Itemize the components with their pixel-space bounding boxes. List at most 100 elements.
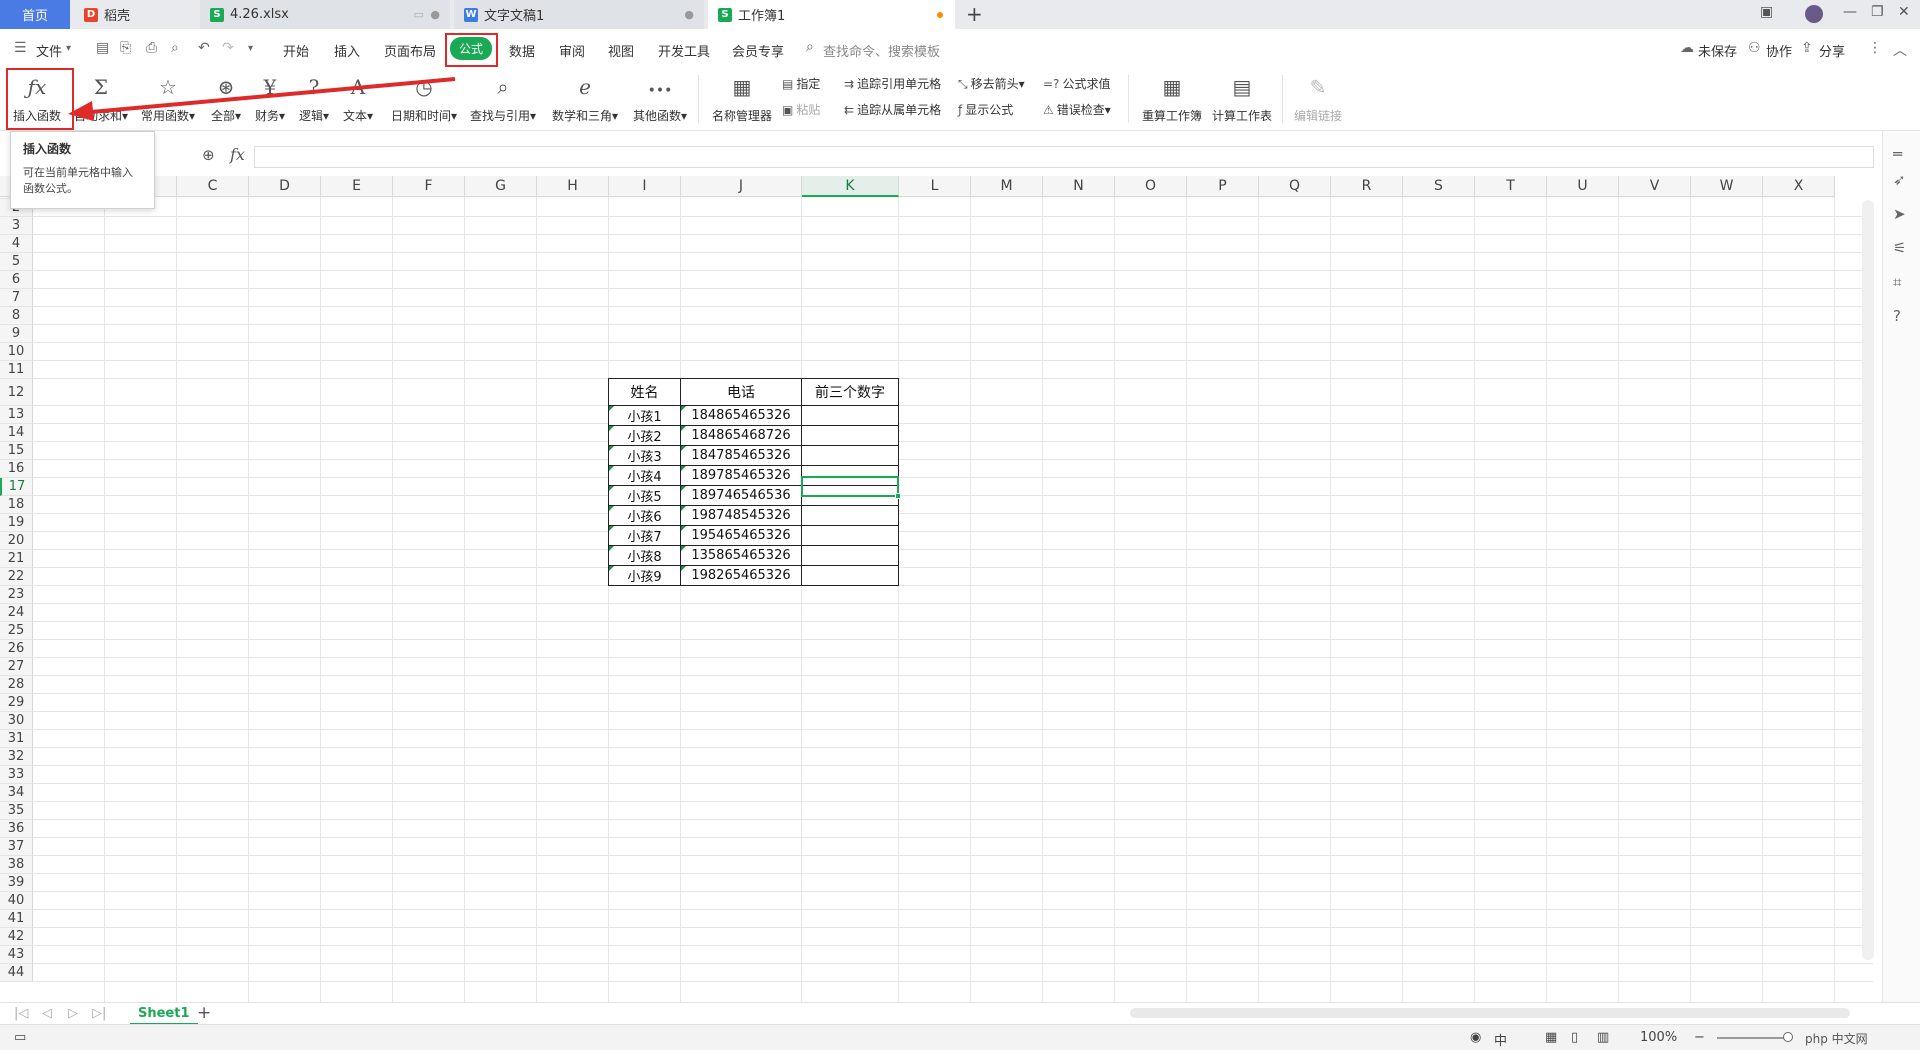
table-cell[interactable]: 184785465326 <box>680 445 802 466</box>
row-header[interactable]: 28 <box>0 676 33 694</box>
page-layout-view-icon[interactable]: ▯ <box>1571 1030 1578 1045</box>
table-cell[interactable] <box>801 525 899 546</box>
row-header[interactable]: 8 <box>0 307 33 325</box>
column-header[interactable]: G <box>465 176 537 197</box>
menu-insert[interactable]: 插入 <box>334 41 360 60</box>
print-preview-icon[interactable]: ⌕ <box>171 40 179 56</box>
save-icon[interactable]: ▤ <box>96 40 109 56</box>
fx-icon[interactable]: fx <box>230 145 245 164</box>
zoom-slider-knob[interactable] <box>1783 1032 1793 1042</box>
text-functions-button[interactable]: A 文本▾ <box>340 69 376 127</box>
row-header[interactable]: 16 <box>0 460 33 478</box>
pointer-icon[interactable]: ➤ <box>1893 205 1906 223</box>
row-header[interactable]: 7 <box>0 289 33 307</box>
row-header[interactable]: 44 <box>0 964 33 982</box>
active-cell[interactable] <box>801 476 901 499</box>
row-header[interactable]: 37 <box>0 838 33 856</box>
window-count-icon[interactable]: ▣ <box>1760 4 1773 20</box>
row-header[interactable]: 31 <box>0 730 33 748</box>
column-header[interactable]: K <box>802 176 899 197</box>
autosum-button[interactable]: Σ 自动求和▾ <box>70 69 132 127</box>
page-break-view-icon[interactable]: ▥ <box>1597 1030 1609 1045</box>
zoom-out-icon[interactable]: − <box>1694 1030 1705 1045</box>
share-button[interactable]: 分享 <box>1819 41 1845 60</box>
row-header[interactable]: 27 <box>0 658 33 676</box>
row-header[interactable]: 20 <box>0 532 33 550</box>
row-header[interactable]: 25 <box>0 622 33 640</box>
table-cell[interactable]: 小孩6 <box>608 505 681 526</box>
menu-developer[interactable]: 开发工具 <box>658 41 710 60</box>
trace-precedents-button[interactable]: ⇉ 追踪引用单元格 <box>844 75 941 92</box>
row-header[interactable]: 15 <box>0 442 33 460</box>
table-cell[interactable]: 195465465326 <box>680 525 802 546</box>
row-header[interactable]: 39 <box>0 874 33 892</box>
table-cell[interactable]: 135865465326 <box>680 545 802 566</box>
spreadsheet-grid[interactable]: CDEFGHIJKLMNOPQRSTUVWX 23456789101112131… <box>0 176 1880 1002</box>
row-header[interactable]: 11 <box>0 361 33 379</box>
add-sheet-icon[interactable]: + <box>197 1003 211 1023</box>
settings-sliders-icon[interactable]: ⚟ <box>1893 239 1906 257</box>
row-header[interactable]: 14 <box>0 424 33 442</box>
column-header[interactable]: J <box>681 176 802 197</box>
row-header[interactable]: 26 <box>0 640 33 658</box>
more-icon[interactable]: ⋮ <box>1868 40 1882 56</box>
error-check-button[interactable]: ⚠ 错误检查▾ <box>1043 101 1111 118</box>
undo-icon[interactable]: ↶ <box>198 40 210 56</box>
column-header[interactable]: C <box>177 176 249 197</box>
table-cell[interactable]: 198748545326 <box>680 505 802 526</box>
menu-data[interactable]: 数据 <box>509 41 535 60</box>
datetime-button[interactable]: ◷ 日期和时间▾ <box>389 69 459 127</box>
row-header[interactable]: 29 <box>0 694 33 712</box>
table-cell[interactable]: 小孩1 <box>608 405 681 426</box>
recalc-workbook-button[interactable]: ▦ 重算工作簿 <box>1140 69 1204 127</box>
eye-protect-icon[interactable]: ◉ <box>1470 1030 1481 1045</box>
specify-button[interactable]: ▤ 指定 <box>782 75 820 92</box>
table-header-cell[interactable]: 电话 <box>680 378 802 406</box>
all-functions-button[interactable]: ⊛ 全部▾ <box>208 69 244 127</box>
tab-close-icon[interactable]: ● <box>684 8 694 21</box>
chevron-down-icon[interactable]: ▾ <box>66 43 71 54</box>
table-cell[interactable]: 184865465326 <box>680 405 802 426</box>
redo-icon[interactable]: ↷ <box>222 40 234 56</box>
math-button[interactable]: ℯ 数学和三角▾ <box>550 69 620 127</box>
row-header[interactable]: 33 <box>0 766 33 784</box>
table-cell[interactable] <box>801 545 899 566</box>
collapse-panel-icon[interactable]: ═ <box>1893 145 1902 163</box>
row-header[interactable]: 13 <box>0 406 33 424</box>
hamburger-icon[interactable]: ☰ <box>14 40 27 56</box>
name-manager-button[interactable]: ▦ 名称管理器 <box>710 69 774 127</box>
zoom-slider[interactable] <box>1717 1037 1787 1039</box>
column-header[interactable]: X <box>1763 176 1835 197</box>
row-header[interactable]: 17 <box>0 478 33 496</box>
row-header[interactable]: 4 <box>0 235 33 253</box>
row-header[interactable]: 30 <box>0 712 33 730</box>
table-cell[interactable]: 189785465326 <box>680 465 802 486</box>
table-cell[interactable]: 小孩7 <box>608 525 681 546</box>
table-cell[interactable]: 小孩2 <box>608 425 681 446</box>
column-header[interactable]: M <box>971 176 1043 197</box>
common-functions-button[interactable]: ☆ 常用函数▾ <box>138 69 198 127</box>
restore-icon[interactable]: ❐ <box>1871 4 1884 20</box>
column-header[interactable]: T <box>1475 176 1547 197</box>
row-header[interactable]: 19 <box>0 514 33 532</box>
command-search-input[interactable]: 查找命令、搜索模板 <box>823 41 940 60</box>
calc-sheet-button[interactable]: ▤ 计算工作表 <box>1210 69 1274 127</box>
table-cell[interactable] <box>801 405 899 426</box>
table-header-cell[interactable]: 前三个数字 <box>801 378 899 406</box>
print-icon[interactable]: ⎙ <box>146 40 157 56</box>
new-tab-icon[interactable]: + <box>966 2 983 26</box>
column-header[interactable]: I <box>609 176 681 197</box>
crop-icon[interactable]: ⌗ <box>1893 273 1901 291</box>
row-header[interactable]: 35 <box>0 802 33 820</box>
column-header[interactable]: U <box>1547 176 1619 197</box>
tab-workbook[interactable]: S 工作簿1 <box>708 0 955 29</box>
unsaved-button[interactable]: 未保存 <box>1698 41 1737 60</box>
minimize-icon[interactable]: — <box>1843 4 1857 20</box>
column-header[interactable]: L <box>899 176 971 197</box>
help-icon[interactable]: ? <box>1893 307 1901 325</box>
paste-names-button[interactable]: ▣ 粘贴 <box>782 101 820 118</box>
row-header[interactable]: 3 <box>0 217 33 235</box>
row-header[interactable]: 18 <box>0 496 33 514</box>
row-header[interactable]: 10 <box>0 343 33 361</box>
lookup-button[interactable]: ⌕ 查找与引用▾ <box>468 69 538 127</box>
